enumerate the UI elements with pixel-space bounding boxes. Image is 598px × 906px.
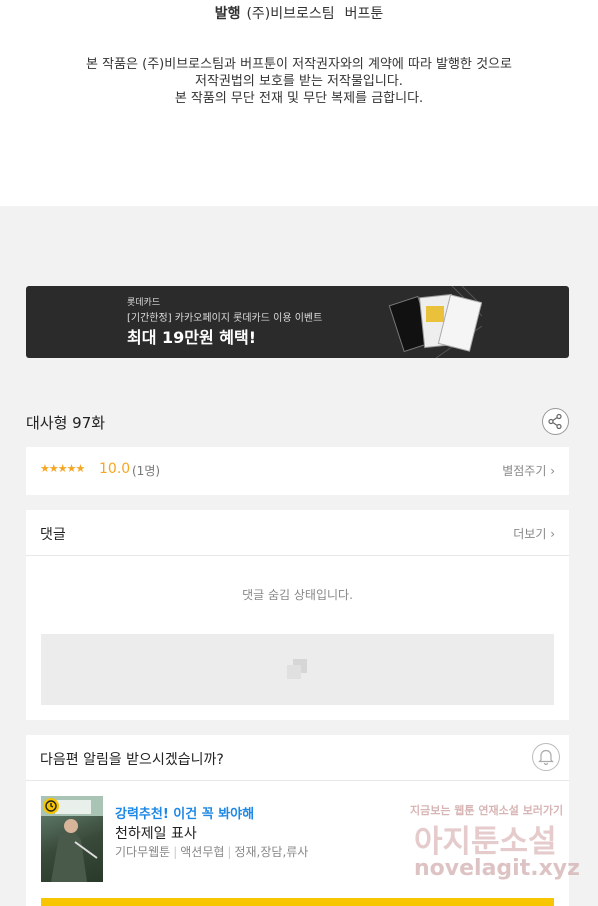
copyright-line-2: 저작권법의 보호를 받는 저작물입니다.: [195, 74, 403, 89]
credit-cards-illustration: [388, 286, 482, 358]
rating-stars-icon: ★★★★★: [40, 462, 85, 475]
comments-label: 댓글: [40, 527, 66, 543]
copyright-line-1: 본 작품은 (주)비브로스팀과 버프툰이 저작권자와의 계약에 따라 발행한 것…: [86, 57, 512, 72]
ad-banner[interactable]: 롯데카드 [기간한정] 카카오페이지 롯데카드 이용 이벤트 최대 19만원 혜…: [26, 286, 569, 358]
watermark-line-2: 아지툰소설: [414, 824, 557, 860]
publisher-line: 발행 (주)비브로스팀 버프툰: [0, 3, 598, 23]
cta-button[interactable]: [41, 898, 554, 906]
publisher-company: (주)비브로스팀: [246, 6, 335, 22]
recommended-meta: 기다무웹툰 | 액션무협 | 정재,장담,류사: [115, 845, 309, 859]
copyright-notice: 본 작품은 (주)비브로스팀과 버프툰이 저작권자와의 계약에 따라 발행한 것…: [0, 56, 598, 107]
banner-brand: 롯데카드: [127, 298, 161, 308]
recommended-title[interactable]: 천하제일 표사: [115, 823, 197, 843]
rating-score: 10.0: [99, 461, 131, 477]
notify-divider: [26, 780, 569, 781]
recommended-thumbnail[interactable]: [41, 796, 103, 882]
banner-desc: [기간한정] 카카오페이지 롯데카드 이용 이벤트: [127, 313, 323, 324]
ad-placeholder[interactable]: [41, 634, 554, 705]
publisher-label: 발행: [214, 6, 241, 22]
bell-icon[interactable]: [532, 743, 560, 771]
wait-free-clock-icon: [43, 798, 59, 814]
placeholder-icon: [287, 659, 307, 679]
share-icon[interactable]: [542, 408, 569, 435]
banner-headline: 최대 19만원 혜택!: [127, 328, 257, 347]
comments-header: 댓글 더보기 ›: [26, 510, 569, 556]
episode-title: 대사형 97화: [26, 414, 106, 432]
comments-hidden-message: 댓글 숨김 상태입니다.: [242, 588, 353, 602]
comments-more-button[interactable]: 더보기 ›: [513, 525, 555, 542]
rating-card: ★★★★★ 10.0 (1명) 별점주기 ›: [26, 447, 569, 495]
rating-count: (1명): [132, 464, 161, 478]
copyright-line-3: 본 작품의 무단 전재 및 무단 복제를 금합니다.: [174, 91, 424, 106]
watermark-overlay: 지금보는 웹툰 연재소설 보러가기 아지툰소설 novelagit.xyz: [410, 802, 590, 892]
give-rating-button[interactable]: 별점주기 ›: [502, 462, 555, 479]
publisher-platform: 버프툰: [344, 6, 384, 22]
copyright-section: 발행 (주)비브로스팀 버프툰 본 작품은 (주)비브로스팀과 버프툰이 저작권자와…: [0, 0, 598, 206]
recommendation-tag: 강력추천! 이건 꼭 봐야해: [115, 807, 255, 822]
notify-question: 다음편 알림을 받으시겠습니까?: [40, 752, 224, 768]
meta-authors: 정재,장담,류사: [234, 845, 309, 859]
bell-glyph-icon: [538, 749, 554, 766]
meta-genre: 액션무협: [180, 845, 225, 859]
meta-category: 기다무웹툰: [115, 845, 171, 859]
comments-card: 댓글 더보기 › 댓글 숨김 상태입니다.: [26, 510, 569, 720]
share-glyph-icon: [548, 413, 562, 430]
watermark-line-3: novelagit.xyz: [414, 856, 580, 881]
